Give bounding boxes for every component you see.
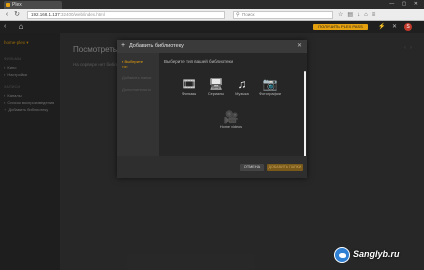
- avatar[interactable]: S: [404, 23, 412, 31]
- plex-favicon-icon: [6, 3, 10, 7]
- browser-tab[interactable]: Plex: [4, 1, 62, 9]
- step-add-folders[interactable]: Добавить папки: [122, 75, 151, 80]
- video-camera-icon: 🎥: [223, 110, 239, 124]
- tab-bar: Plex — ▢ ✕: [0, 0, 424, 9]
- music-icon: ♫: [237, 77, 247, 91]
- library-type-home-videos[interactable]: 🎥 Home videos: [216, 110, 246, 129]
- step-select-type[interactable]: ▪ Выберите тип: [122, 59, 143, 70]
- activity-icon[interactable]: ⚡: [378, 23, 385, 31]
- dialog-header: + Добавить библиотеку ✕: [117, 40, 307, 53]
- browser-window: Plex — ▢ ✕ ‹ ↻ 192.168.1.137:32400/web/i…: [0, 0, 424, 270]
- window-controls[interactable]: — ▢ ✕: [389, 1, 421, 7]
- add-folders-button[interactable]: ДОБАВИТЬ ПАПКИ: [267, 164, 303, 171]
- dialog-title: Добавить библиотеку: [129, 43, 184, 49]
- wizard-steps: ▪ Выберите тип Добавить папки Дополнитель…: [117, 53, 159, 156]
- search-input[interactable]: ⚲ Поиск: [233, 11, 333, 19]
- menu-icon[interactable]: ≡: [372, 12, 380, 18]
- search-icon: ⚲: [236, 12, 240, 18]
- star-icon[interactable]: ☆: [338, 12, 347, 18]
- tab-title: Plex: [12, 2, 22, 8]
- library-type-panel: Выберите тип вашей библиотеки 🎞 Фильмы 🖥…: [159, 53, 307, 167]
- film-icon: 🎞: [181, 77, 197, 91]
- back-arrow-icon[interactable]: ‹: [3, 11, 11, 19]
- library-type-photos[interactable]: 📷 Фотографии: [255, 77, 285, 96]
- back-chevron-icon[interactable]: ‹: [4, 23, 6, 31]
- watermark: Sanglyb.ru: [334, 245, 418, 265]
- reload-icon[interactable]: ↻: [13, 11, 21, 19]
- scrollbar[interactable]: [304, 71, 306, 167]
- settings-icon[interactable]: ✕: [392, 23, 397, 31]
- library-type-movies[interactable]: 🎞 Фильмы: [174, 77, 204, 96]
- home-icon[interactable]: ⌂: [16, 22, 26, 32]
- plus-icon: +: [121, 42, 126, 49]
- camera-icon: 📷: [262, 77, 278, 91]
- step-advanced[interactable]: Дополнительно: [122, 87, 151, 92]
- library-type-prompt: Выберите тип вашей библиотеки: [164, 59, 234, 64]
- add-library-dialog: + Добавить библиотеку ✕ ▪ Выберите тип До…: [117, 40, 307, 178]
- cancel-button[interactable]: ОТМЕНА: [240, 164, 264, 171]
- navigation-toolbar: ‹ ↻ 192.168.1.137:32400/web/index.html ⚲…: [0, 9, 424, 21]
- plex-pass-button[interactable]: ПОЛУЧИТЬ PLEX PASS: [313, 24, 368, 30]
- url-host: 192.168.1.137: [31, 12, 60, 17]
- library-type-music[interactable]: ♫ Музыка: [227, 77, 257, 96]
- close-icon[interactable]: ✕: [297, 43, 302, 50]
- search-placeholder: Поиск: [242, 12, 255, 17]
- browser-toolbar-icons: ☆▤↓⌂≡: [338, 11, 379, 18]
- bird-logo-icon: [334, 247, 350, 263]
- watermark-text: Sanglyb.ru: [353, 249, 400, 259]
- home-icon[interactable]: ⌂: [364, 12, 372, 18]
- bookmark-icon[interactable]: ▤: [347, 12, 357, 18]
- dialog-footer: ОТМЕНА ДОБАВИТЬ ПАПКИ: [117, 156, 307, 178]
- plex-header: ‹ ⌂ ПОЛУЧИТЬ PLEX PASS ⚡ ✕ S: [0, 21, 424, 33]
- download-icon[interactable]: ↓: [357, 12, 364, 18]
- url-path: :32400/web/index.html: [59, 12, 105, 17]
- address-bar[interactable]: 192.168.1.137:32400/web/index.html: [27, 11, 225, 19]
